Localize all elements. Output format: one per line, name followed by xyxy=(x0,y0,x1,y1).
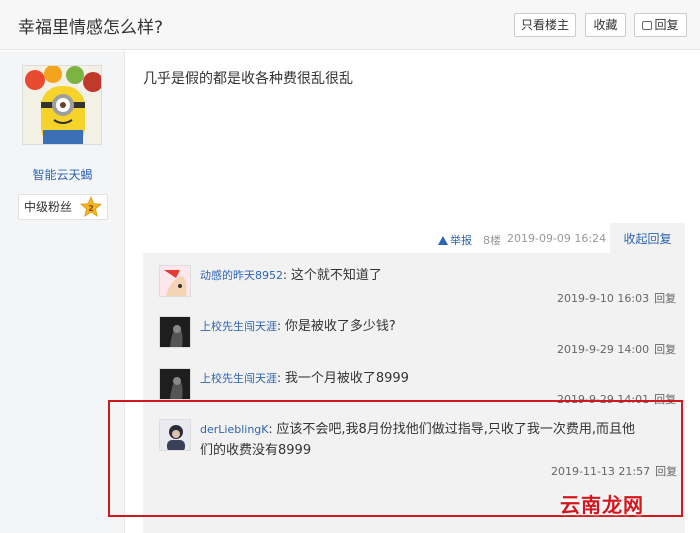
warning-icon xyxy=(438,236,448,245)
thread-title: 幸福里情感怎么样? xyxy=(18,18,164,38)
reply-time: 2019-9-10 16:03 xyxy=(557,292,650,305)
only-op-button[interactable]: 只看楼主 xyxy=(514,13,576,37)
reply-footer: 2019-9-29 14:00 回复 xyxy=(557,341,676,357)
reply-time: 2019-9-29 14:00 xyxy=(557,343,650,356)
report-link[interactable]: 举报 xyxy=(438,232,472,248)
comment-icon xyxy=(642,21,653,30)
star-icon: 2 xyxy=(80,196,102,217)
thread-header: 幸福里情感怎么样? 只看楼主 收藏 回复 xyxy=(0,0,700,50)
level-number: 2 xyxy=(88,204,94,213)
report-label: 举报 xyxy=(450,234,472,247)
level-badge: 中级粉丝 2 xyxy=(18,194,108,220)
floor-number: 8楼 xyxy=(483,234,501,247)
reply-author[interactable]: 动感的昨天8952 xyxy=(200,269,283,282)
reply-text: 我一个月被收了8999 xyxy=(284,371,409,386)
author-name[interactable]: 智能云天蝎 xyxy=(0,166,125,183)
reply-text: 你是被收了多少钱? xyxy=(284,319,396,334)
level-label: 中级粉丝 xyxy=(24,200,73,214)
author-avatar[interactable] xyxy=(22,65,102,145)
reply-avatar[interactable] xyxy=(159,316,191,348)
reply-to-button[interactable]: 回复 xyxy=(654,292,676,305)
reply-to-button[interactable]: 回复 xyxy=(654,343,676,356)
reply-text: 这个就不知道了 xyxy=(290,268,382,283)
post-time: 2019-09-09 16:24 xyxy=(507,232,607,245)
watermark: 云南龙网 xyxy=(560,493,644,517)
reply-avatar[interactable] xyxy=(159,265,191,297)
reply-item: 动感的昨天8952: 这个就不知道了 xyxy=(200,268,382,283)
reply-author[interactable]: 上校先生闯天涯 xyxy=(200,320,277,333)
reply-item: 上校先生闯天涯: 我一个月被收了8999 xyxy=(200,371,409,386)
reply-item: 上校先生闯天涯: 你是被收了多少钱? xyxy=(200,319,396,334)
reply-footer: 2019-9-10 16:03 回复 xyxy=(557,290,676,306)
post-content: 几乎是假的都是收各种费很乱很乱 xyxy=(143,71,353,87)
collapse-replies-button[interactable]: 收起回复 xyxy=(610,223,685,253)
reply-avatar[interactable] xyxy=(159,368,191,400)
reply-author[interactable]: 上校先生闯天涯 xyxy=(200,372,277,385)
reply-button-label: 回复 xyxy=(654,18,679,32)
favorite-button[interactable]: 收藏 xyxy=(585,13,626,37)
reply-button[interactable]: 回复 xyxy=(634,13,687,37)
